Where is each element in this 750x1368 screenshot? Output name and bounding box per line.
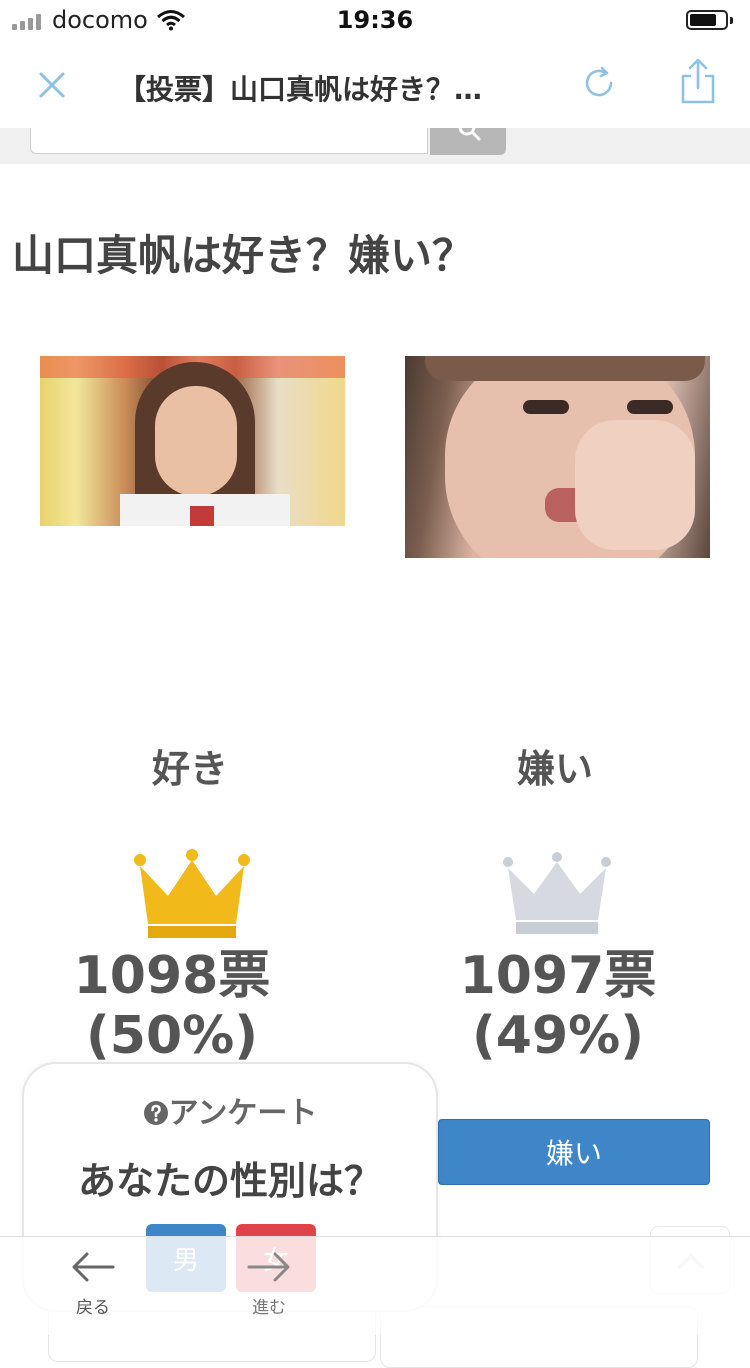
candidate-like: 好き: [40, 738, 340, 793]
search-icon: [458, 118, 481, 141]
vote-percent: (49%): [472, 1006, 644, 1066]
arrow-left-icon: [72, 1252, 115, 1282]
crown-icon: [503, 852, 611, 934]
arrow-right-icon: [247, 1252, 290, 1282]
votes-dislike: 1097票 (49%): [408, 946, 708, 1066]
back-label: 戻る: [76, 1298, 110, 1318]
page-title-bar: 【投票】山口真帆は好き？…: [118, 73, 483, 106]
candidate-photo-dislike: [405, 356, 710, 558]
status-bar: docomo 19:36: [0, 0, 750, 40]
share-button[interactable]: [674, 54, 722, 108]
survey-question: あなたの性別は？: [77, 1159, 382, 1203]
reload-icon: [585, 66, 613, 97]
search-input[interactable]: [30, 128, 428, 154]
browser-toolbar: 戻る 進む: [0, 1236, 750, 1335]
battery-icon: [686, 10, 733, 30]
forward-button[interactable]: 進む: [224, 1247, 314, 1318]
vote-dislike-button[interactable]: 嫌い: [438, 1119, 710, 1185]
reload-button[interactable]: [576, 60, 622, 106]
crown-icon: [134, 849, 250, 938]
close-icon: [39, 72, 65, 98]
votes-like: 1098票 (50%): [22, 946, 322, 1066]
clock: 19:36: [336, 6, 414, 34]
back-button[interactable]: 戻る: [48, 1247, 138, 1318]
close-button[interactable]: [30, 65, 74, 105]
candidate-dislike: 嫌い: [405, 738, 705, 793]
candidate-name: 好き: [151, 747, 228, 791]
search-button[interactable]: [430, 118, 506, 155]
question-icon: [143, 1101, 168, 1125]
poll-heading: 山口真帆は好き？嫌い？: [12, 231, 475, 280]
survey-label-row: アンケート: [24, 1088, 436, 1132]
survey-label: アンケート: [168, 1096, 318, 1131]
share-icon: [681, 58, 715, 104]
candidate-name: 嫌い: [516, 747, 593, 791]
vote-count: 1097票: [459, 946, 657, 1006]
vote-count: 1098票: [73, 946, 271, 1006]
browser-nav-bar: 【投票】山口真帆は好き？…: [0, 40, 750, 131]
forward-label: 進む: [252, 1298, 286, 1318]
vote-percent: (50%): [86, 1006, 258, 1066]
candidate-photo-like: [40, 356, 345, 526]
